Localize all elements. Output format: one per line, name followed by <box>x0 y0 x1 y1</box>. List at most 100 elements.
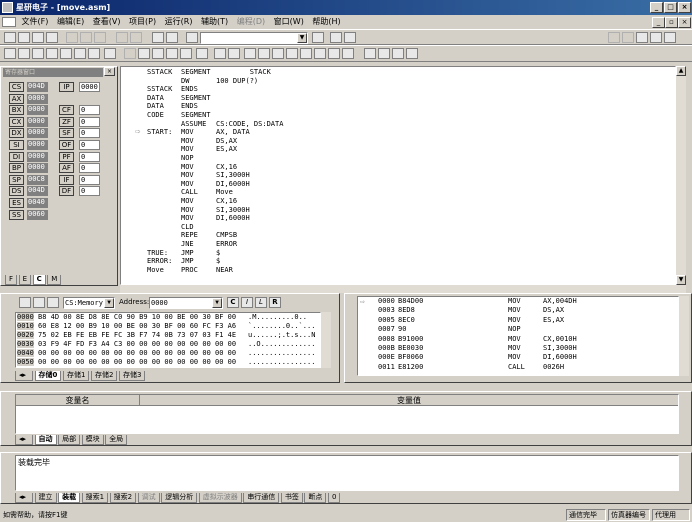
watch-list[interactable]: 变量名 变量值 <box>15 394 679 434</box>
output-tab-debug[interactable]: 调试 <box>137 493 160 503</box>
brace-icon[interactable] <box>138 48 150 59</box>
memory-tab-nav[interactable]: ◂▸ <box>15 371 33 381</box>
chevron-down-icon[interactable]: ▼ <box>212 298 222 308</box>
scroll-up-icon[interactable]: ▲ <box>676 66 686 76</box>
compile-icon[interactable] <box>4 48 16 59</box>
output-tab-more[interactable]: 0 <box>327 493 341 503</box>
doc-close-button[interactable]: × <box>678 17 691 28</box>
output-tab-nav[interactable]: ◂▸ <box>15 493 33 503</box>
address-input[interactable]: 0000 ▼ <box>149 297 223 309</box>
cut-icon[interactable] <box>66 32 78 43</box>
output-tab-scope[interactable]: 虚拟示波器 <box>198 493 242 503</box>
watch-tab-module[interactable]: 模块 <box>81 435 104 445</box>
menu-edit[interactable]: 编辑(E) <box>54 15 87 29</box>
menu-tools[interactable]: 辅助(T) <box>198 15 231 29</box>
list-icon[interactable] <box>180 48 192 59</box>
output-tab-breakpoint[interactable]: 断点 <box>304 493 327 503</box>
register-value[interactable]: 0000 <box>27 128 48 139</box>
memory-btn-i[interactable]: I <box>241 297 253 308</box>
memory-btn-c[interactable]: C <box>227 297 239 308</box>
register-value[interactable]: 00C8 <box>27 174 48 185</box>
flag-value[interactable]: 0 <box>79 140 100 150</box>
flag-value[interactable]: 0 <box>79 174 100 185</box>
memory-vscroll[interactable] <box>321 312 331 368</box>
menu-window[interactable]: 窗口(W) <box>271 15 307 29</box>
reset-icon[interactable] <box>228 48 240 59</box>
flag-value[interactable]: 0 <box>79 163 100 174</box>
memory-dump[interactable]: 0000 B8 4D 00 8E D8 8E C0 90 B9 10 00 BE … <box>15 312 321 368</box>
disasm-vscroll[interactable] <box>679 296 689 376</box>
chevron-down-icon[interactable]: ▼ <box>104 298 114 308</box>
watch-tab-nav[interactable]: ◂▸ <box>15 435 33 445</box>
step-back-icon[interactable] <box>364 48 376 59</box>
exclamation-icon[interactable] <box>196 48 208 59</box>
trace-out-icon[interactable] <box>406 48 418 59</box>
source-editor[interactable]: SSTACK SEGMENT STACK DW 100 DUP(?) SSTACK END… <box>120 66 676 285</box>
source-hscroll[interactable] <box>120 285 686 293</box>
output-tab-search2[interactable]: 搜索2 <box>109 493 137 503</box>
step-over-icon[interactable] <box>88 48 100 59</box>
reg-tab-e[interactable]: E <box>18 275 32 285</box>
watch-col-name[interactable]: 变量名 <box>16 395 140 406</box>
workspace-icon[interactable] <box>166 32 178 43</box>
register-value[interactable]: 0000 <box>27 93 48 104</box>
output-tab-search1[interactable]: 搜索1 <box>81 493 109 503</box>
target-select[interactable]: ▼ <box>200 32 308 44</box>
watch-window-icon[interactable] <box>314 48 326 59</box>
reg-tab-f[interactable]: F <box>5 275 18 285</box>
variable-window-icon[interactable] <box>272 48 284 59</box>
output-window-icon[interactable] <box>286 48 298 59</box>
find-files-icon[interactable] <box>186 32 198 43</box>
scope-icon[interactable] <box>342 48 354 59</box>
prev-bookmark-icon[interactable] <box>636 32 648 43</box>
watch-tab-local[interactable]: 局部 <box>58 435 81 445</box>
disasm-list[interactable]: 0000 B84D00 MOV AX,004DH 0003 8ED8 MOV DS,AX 000… <box>357 296 679 376</box>
flag-value[interactable]: 0 <box>79 128 100 139</box>
arrow-left-icon[interactable] <box>650 32 662 43</box>
disasm-window-icon[interactable] <box>300 48 312 59</box>
memory-tab-1[interactable]: 存储1 <box>62 371 90 381</box>
memory-tab-0[interactable]: 存储0 <box>34 371 62 381</box>
output-tab-serial[interactable]: 串行通信 <box>243 493 280 503</box>
find-in-files-icon[interactable] <box>330 32 342 43</box>
memory-space-select[interactable]: CS:Memory ▼ <box>63 297 115 309</box>
register-value[interactable]: 0000 <box>27 140 48 150</box>
menu-project[interactable]: 项目(P) <box>126 15 159 29</box>
register-value[interactable]: 0060 <box>27 209 48 220</box>
arrow-right-icon[interactable] <box>664 32 676 43</box>
build-icon[interactable] <box>18 48 30 59</box>
flag-value[interactable]: 0 <box>79 151 100 162</box>
output-text[interactable]: 装载完毕 <box>15 455 679 491</box>
brace-close-icon[interactable] <box>152 48 164 59</box>
memory-tab-3[interactable]: 存储3 <box>119 371 146 381</box>
register-value[interactable]: 0000 <box>27 163 48 174</box>
doc-restore-button[interactable]: ▫ <box>665 17 678 28</box>
copy-icon[interactable] <box>80 32 92 43</box>
output-tab-load[interactable]: 装载 <box>58 493 81 503</box>
register-close-icon[interactable]: × <box>104 67 115 76</box>
flag-value[interactable]: 0000 <box>79 82 100 92</box>
memory-icon-c[interactable] <box>47 297 59 308</box>
new-file-icon[interactable] <box>4 32 16 43</box>
logic-analyzer-icon[interactable] <box>328 48 340 59</box>
output-tab-build[interactable]: 建立 <box>34 493 57 503</box>
stop-hand-icon[interactable] <box>214 48 226 59</box>
paste-icon[interactable] <box>94 32 106 43</box>
register-value[interactable]: 0000 <box>27 116 48 127</box>
doc-minimize-button[interactable]: _ <box>652 17 665 28</box>
binoculars-icon[interactable] <box>312 32 324 43</box>
memory-btn-l[interactable]: L <box>255 297 267 308</box>
flag-value[interactable]: 0 <box>79 186 100 197</box>
reg-tab-m[interactable]: M <box>47 275 62 285</box>
register-value[interactable]: 004D <box>27 186 48 197</box>
menu-program[interactable]: 编程(D) <box>234 15 268 29</box>
flag-value[interactable]: 0 <box>79 116 100 127</box>
register-value[interactable]: 004D <box>27 82 48 92</box>
next-bookmark-icon[interactable] <box>622 32 634 43</box>
undo-icon[interactable] <box>116 32 128 43</box>
minimize-button[interactable]: _ <box>650 2 663 13</box>
watch-tab-auto[interactable]: 自动 <box>34 435 57 445</box>
save-all-icon[interactable] <box>46 32 58 43</box>
output-tab-logic[interactable]: 逻辑分析 <box>161 493 198 503</box>
reg-tab-c[interactable]: C <box>32 275 46 285</box>
